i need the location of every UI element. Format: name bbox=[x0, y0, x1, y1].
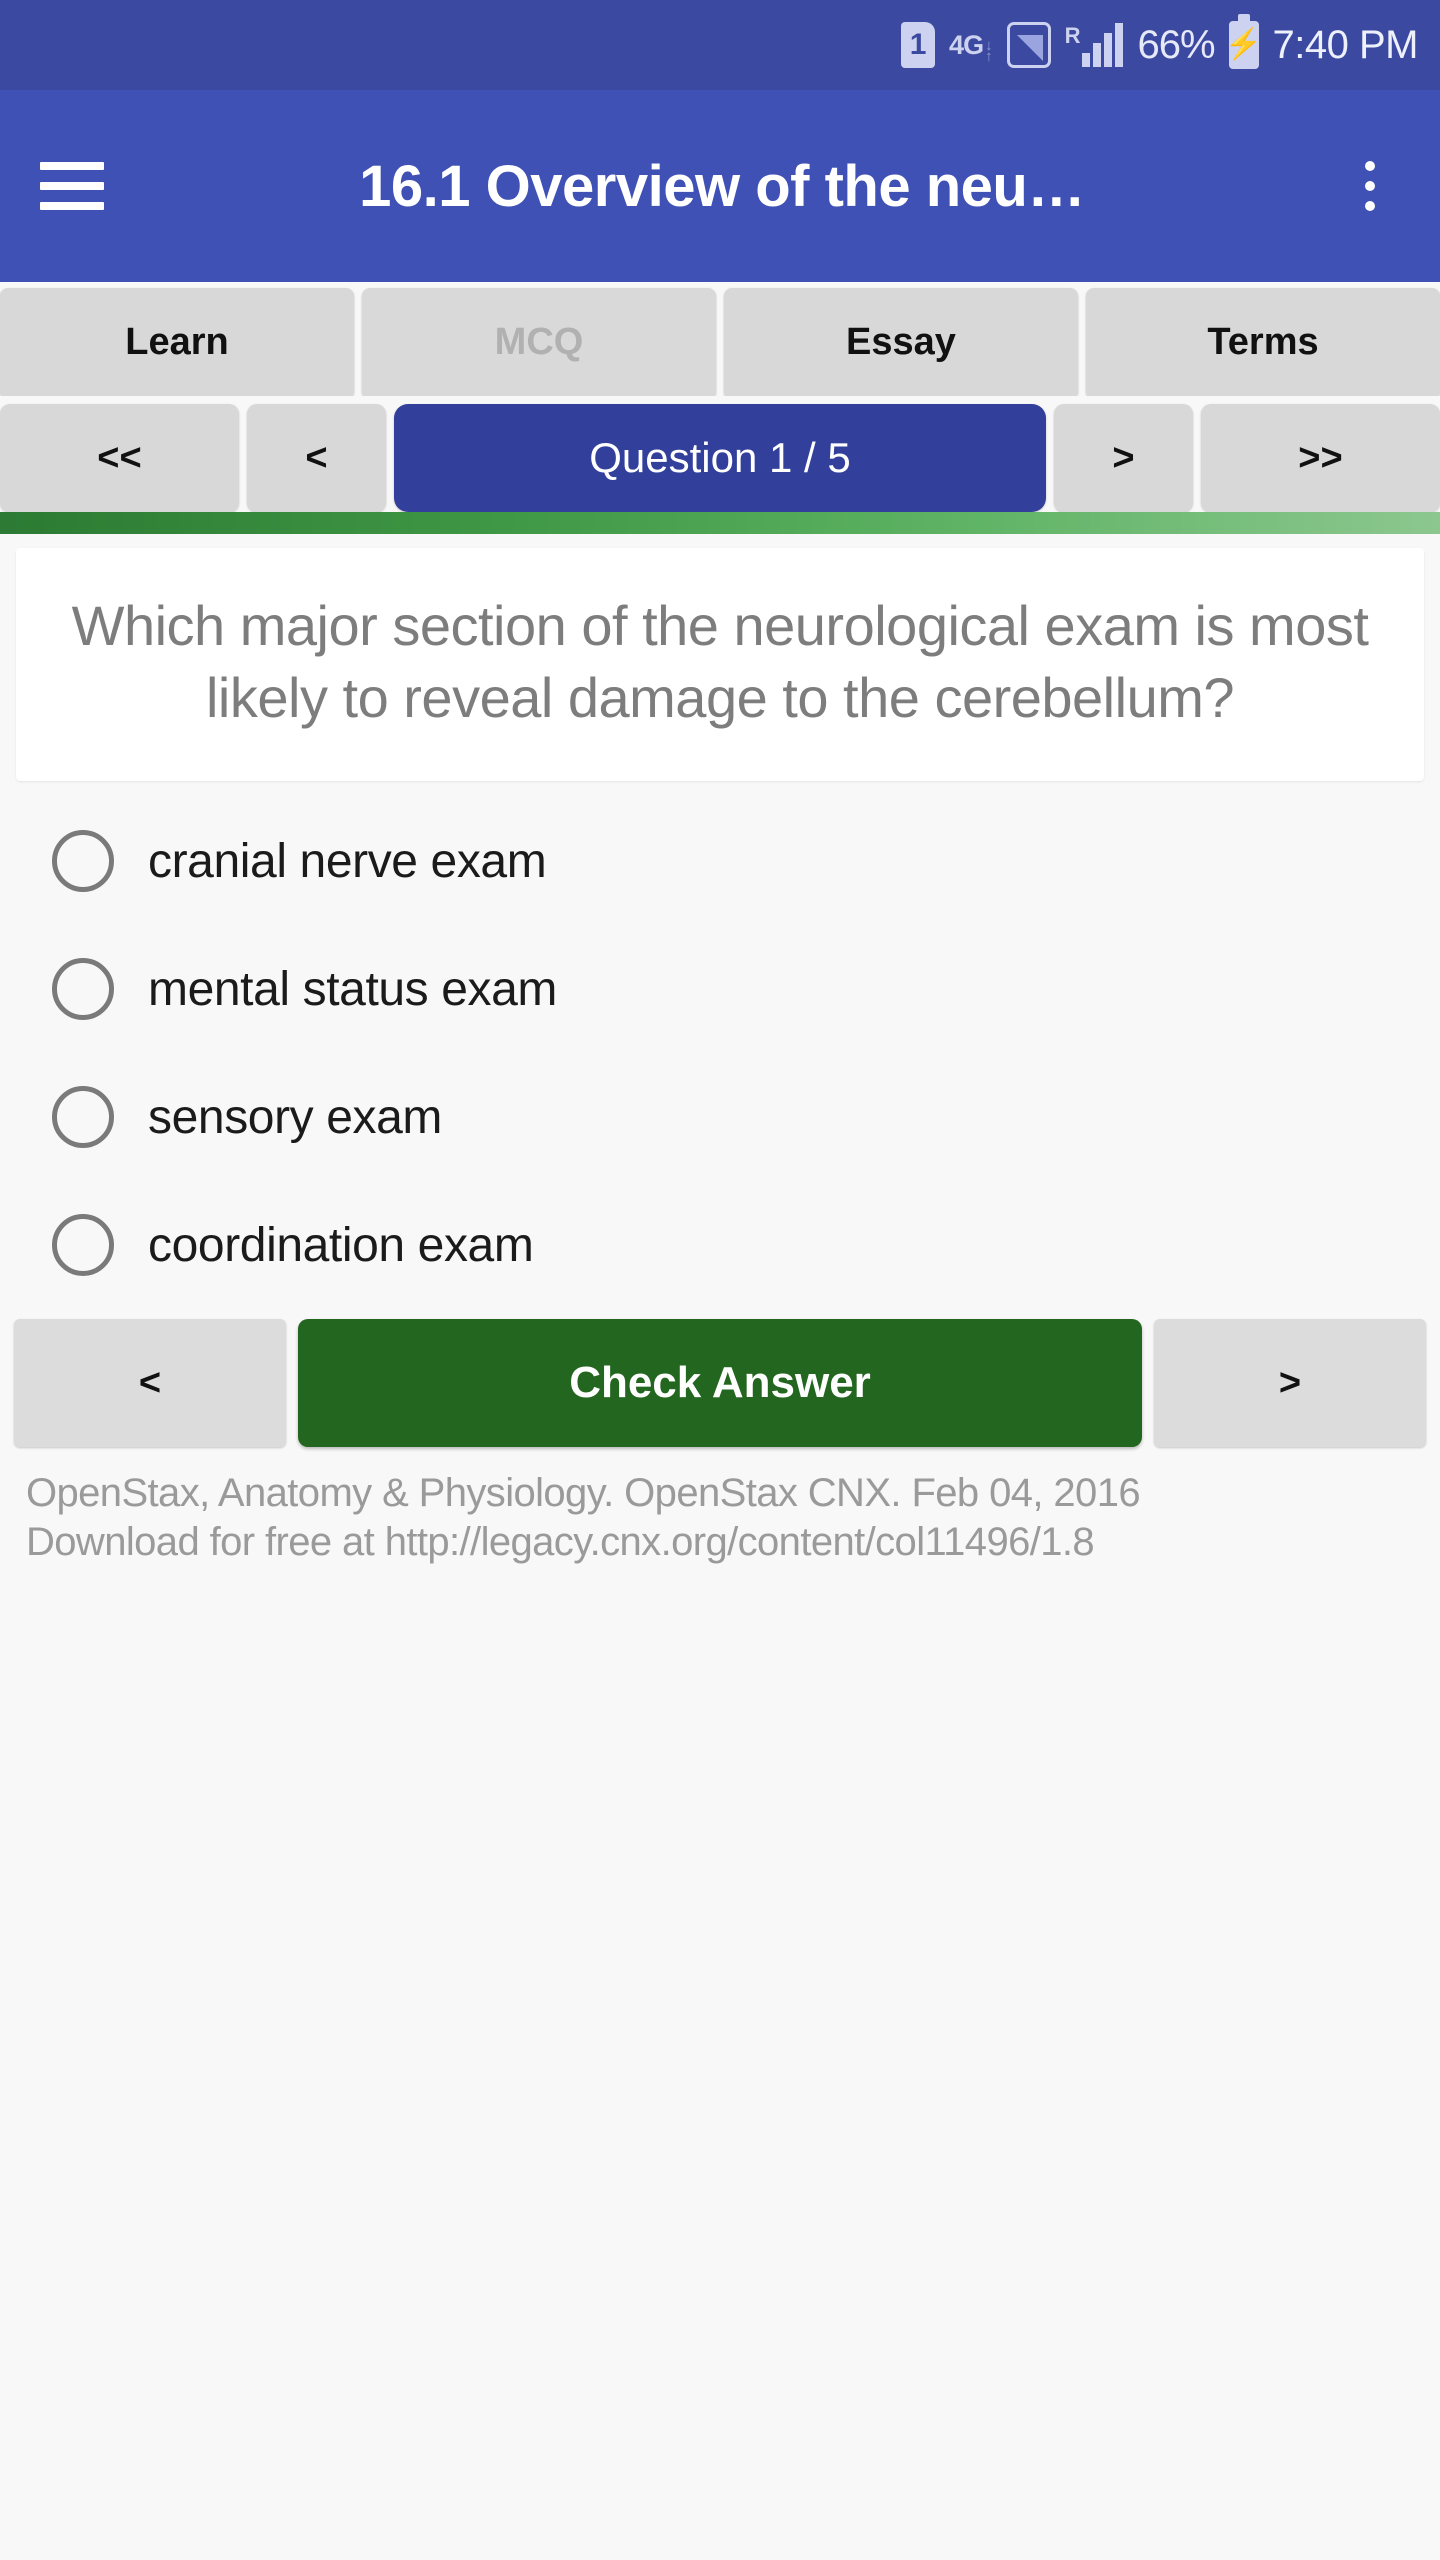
option-row[interactable]: coordination exam bbox=[0, 1181, 1440, 1309]
next-question-button[interactable]: > bbox=[1054, 404, 1193, 512]
data-transfer-arrows-icon: ↓ ↑ bbox=[985, 37, 993, 65]
attribution: OpenStax, Anatomy & Physiology. OpenStax… bbox=[0, 1447, 1440, 1567]
option-label: sensory exam bbox=[148, 1090, 442, 1144]
attribution-line-2: Download for free at http://legacy.cnx.o… bbox=[26, 1520, 1095, 1565]
check-answer-button[interactable]: Check Answer bbox=[298, 1319, 1142, 1448]
hamburger-menu-icon[interactable] bbox=[40, 162, 104, 210]
main-content: Which major section of the neurological … bbox=[0, 534, 1440, 2560]
radio-button-icon[interactable] bbox=[52, 1214, 114, 1277]
page-title: 16.1 Overview of the neu… bbox=[359, 153, 1085, 219]
roaming-signal-icon: R bbox=[1065, 23, 1124, 67]
signal-bars-icon bbox=[1082, 23, 1124, 67]
option-label: cranial nerve exam bbox=[148, 834, 547, 888]
network-type-label: 4G bbox=[949, 29, 984, 60]
battery-percent-label: 66% bbox=[1137, 23, 1215, 67]
previous-question-button[interactable]: < bbox=[247, 404, 386, 512]
option-label: mental status exam bbox=[148, 962, 557, 1016]
action-bar: < Check Answer > bbox=[0, 1309, 1440, 1448]
clock-label: 7:40 PM bbox=[1272, 23, 1419, 67]
tab-bar: Learn MCQ Essay Terms bbox=[0, 282, 1440, 396]
tab-mcq[interactable]: MCQ bbox=[362, 288, 716, 396]
battery-charging-icon: ⚡ bbox=[1225, 14, 1262, 69]
radio-button-icon[interactable] bbox=[52, 1086, 114, 1149]
tab-learn[interactable]: Learn bbox=[0, 288, 354, 396]
app-root: 1 4G ↓ ↑ R 66% ⚡ 7:40 PM 16.1 Overview of… bbox=[0, 0, 1440, 2560]
option-row[interactable]: sensory exam bbox=[0, 1053, 1440, 1181]
option-row[interactable]: cranial nerve exam bbox=[0, 797, 1440, 925]
progress-bar bbox=[0, 512, 1440, 534]
4g-data-icon: 4G ↓ ↑ bbox=[949, 27, 993, 65]
last-question-button[interactable]: >> bbox=[1201, 404, 1440, 512]
previous-answer-button[interactable]: < bbox=[14, 1319, 286, 1448]
roaming-label: R bbox=[1064, 23, 1081, 48]
status-bar: 1 4G ↓ ↑ R 66% ⚡ 7:40 PM bbox=[0, 0, 1440, 90]
tab-essay[interactable]: Essay bbox=[724, 288, 1078, 396]
radio-button-icon[interactable] bbox=[52, 830, 114, 893]
first-question-button[interactable]: << bbox=[0, 404, 239, 512]
sim-card-label: 1 bbox=[901, 22, 936, 68]
answer-options-list: cranial nerve exam mental status exam se… bbox=[0, 781, 1440, 1309]
attribution-line-1: OpenStax, Anatomy & Physiology. OpenStax… bbox=[26, 1471, 1141, 1516]
sim-card-icon: 1 bbox=[901, 22, 936, 68]
question-counter-button[interactable]: Question 1 / 5 bbox=[394, 404, 1046, 512]
overflow-menu-icon[interactable] bbox=[1340, 161, 1400, 211]
option-label: coordination exam bbox=[148, 1218, 534, 1272]
question-card: Which major section of the neurological … bbox=[16, 548, 1424, 782]
tab-terms[interactable]: Terms bbox=[1086, 288, 1440, 396]
content-filler bbox=[0, 1566, 1440, 2560]
radio-button-icon[interactable] bbox=[52, 958, 114, 1021]
wifi-signal-icon bbox=[1006, 22, 1051, 68]
question-nav-bar: << < Question 1 / 5 > >> bbox=[0, 396, 1440, 512]
app-bar: 16.1 Overview of the neu… bbox=[0, 90, 1440, 282]
next-answer-button[interactable]: > bbox=[1154, 1319, 1426, 1448]
option-row[interactable]: mental status exam bbox=[0, 925, 1440, 1053]
question-text: Which major section of the neurological … bbox=[71, 594, 1369, 729]
